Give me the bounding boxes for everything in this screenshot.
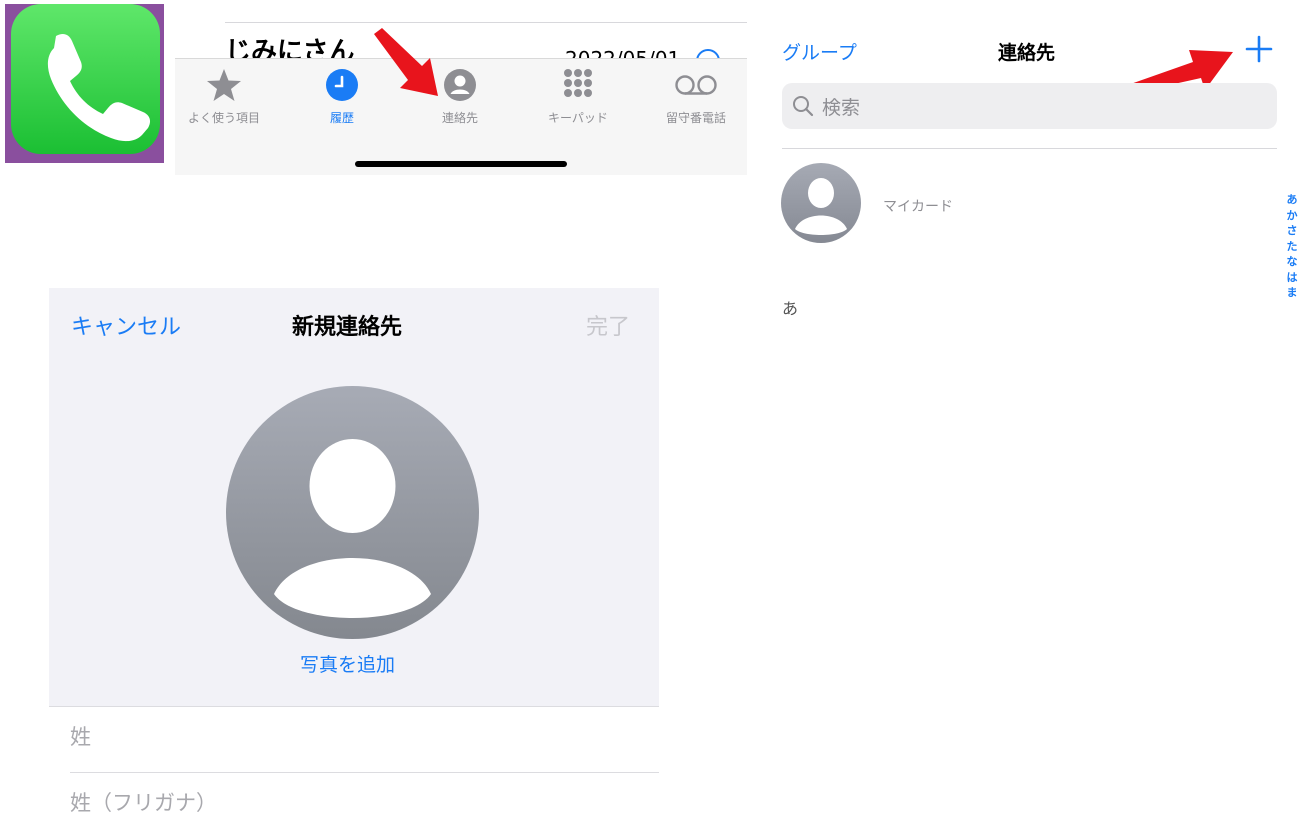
- my-card-avatar[interactable]: [781, 163, 861, 243]
- page-title: 連絡先: [998, 42, 1056, 64]
- index-letter[interactable]: さ: [1285, 223, 1299, 239]
- groups-button[interactable]: グループ: [782, 38, 857, 65]
- search-bar[interactable]: 検索: [782, 83, 1277, 129]
- keypad-icon: [523, 67, 633, 103]
- divider: [70, 772, 659, 773]
- tab-keypad[interactable]: キーパッド: [523, 67, 633, 126]
- section-index-bar[interactable]: あ か さ た な は ま: [1285, 192, 1299, 316]
- index-letter[interactable]: た: [1285, 239, 1299, 255]
- contacts-list-screen: グループ 連絡先 検索 マイカード あ あ か さ た な は ま: [766, 0, 1311, 340]
- add-photo-button[interactable]: 写真を追加: [300, 650, 395, 677]
- red-arrow-pointing-contacts-tab: [374, 28, 438, 96]
- contact-photo-placeholder[interactable]: [226, 386, 479, 639]
- last-name-field[interactable]: [70, 725, 590, 749]
- history-call-date: 2022/05/01: [565, 48, 680, 58]
- page-title: 新規連絡先: [292, 315, 403, 340]
- section-header: あ: [782, 299, 799, 318]
- index-letter[interactable]: な: [1285, 254, 1299, 270]
- divider: [782, 148, 1277, 149]
- person-placeholder-icon: [226, 386, 479, 639]
- tab-label: 留守番電話: [665, 111, 726, 125]
- my-card-label[interactable]: マイカード: [883, 196, 953, 216]
- voicemail-icon: [641, 67, 747, 103]
- add-contact-button[interactable]: [1244, 34, 1274, 64]
- phone-handset-icon: [47, 33, 151, 142]
- tab-favorites[interactable]: よく使う項目: [175, 67, 279, 126]
- plus-icon: [1245, 35, 1273, 63]
- done-button[interactable]: 完了: [586, 309, 630, 341]
- phone-tabbar-screenshot: じみにさん 2022/05/01 よく使う項目 履歴 連絡先: [175, 0, 747, 175]
- star-icon: [175, 67, 279, 103]
- tab-label: 連絡先: [441, 111, 478, 125]
- tab-label: キーパッド: [548, 111, 608, 125]
- cancel-button[interactable]: キャンセル: [71, 309, 181, 341]
- index-letter[interactable]: は: [1285, 270, 1299, 286]
- row-divider: [225, 22, 747, 23]
- index-letter[interactable]: ま: [1285, 285, 1299, 301]
- tab-voicemail[interactable]: 留守番電話: [641, 67, 747, 126]
- info-icon[interactable]: [695, 48, 721, 58]
- index-letter[interactable]: あ: [1285, 192, 1299, 208]
- home-indicator: [355, 161, 567, 167]
- last-name-kana-field[interactable]: [70, 791, 590, 815]
- tab-label: 履歴: [329, 111, 354, 125]
- tab-label: よく使う項目: [187, 111, 260, 125]
- divider: [49, 706, 659, 707]
- index-letter[interactable]: か: [1285, 208, 1299, 224]
- history-contact-name: じみにさん: [225, 37, 355, 58]
- search-icon: [793, 96, 814, 117]
- person-placeholder-icon: [781, 163, 861, 243]
- search-placeholder: 検索: [822, 96, 861, 119]
- phone-app-icon[interactable]: [11, 4, 160, 154]
